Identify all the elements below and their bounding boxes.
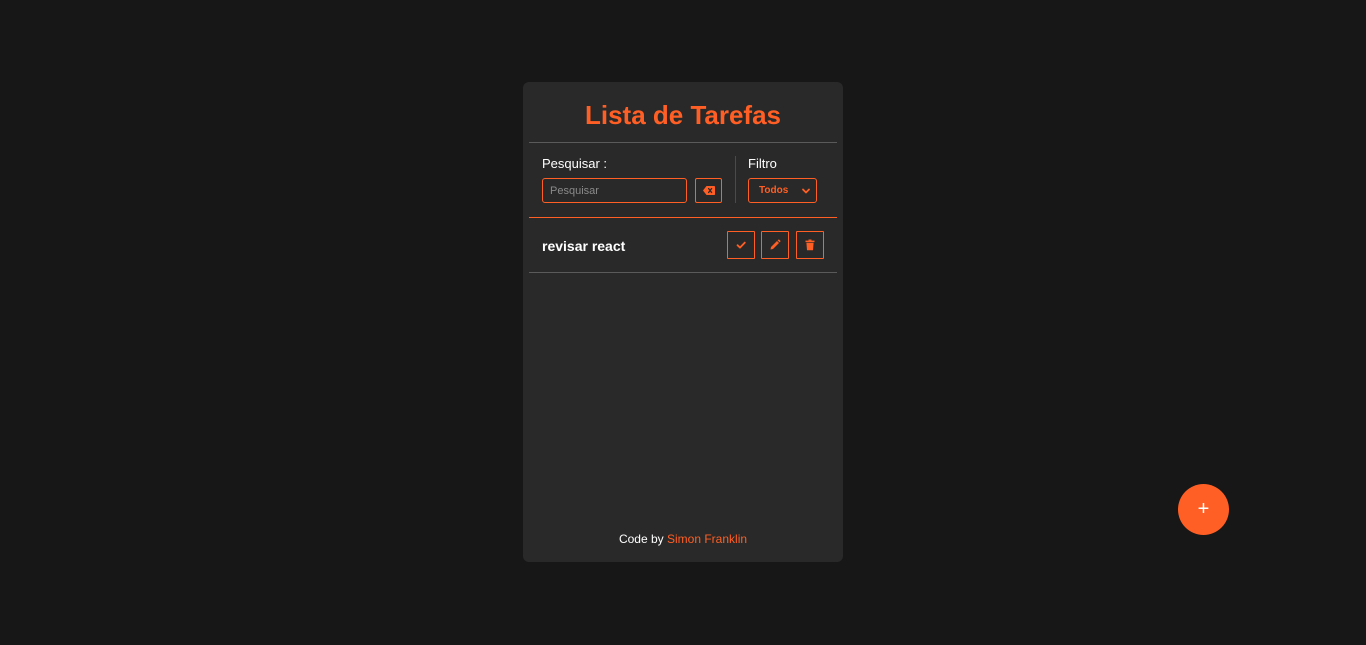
filter-select[interactable]: Todos <box>748 178 817 203</box>
author-link[interactable]: Simon Franklin <box>667 532 747 546</box>
vertical-divider <box>735 156 736 203</box>
header-divider <box>529 142 837 143</box>
filter-label: Filtro <box>748 156 777 171</box>
footer-credit: Code by Simon Franklin <box>523 532 843 546</box>
app-title: Lista de Tarefas <box>584 100 782 130</box>
footer-prefix: Code by <box>618 532 664 546</box>
add-task-button[interactable]: + <box>1178 484 1229 535</box>
delete-button[interactable] <box>796 231 824 259</box>
filter-selected-value: Todos <box>759 185 789 196</box>
todo-item-text: revisar react <box>542 238 626 254</box>
plus-icon: + <box>1197 498 1210 520</box>
clear-search-button[interactable] <box>695 178 722 203</box>
check-icon <box>736 241 746 249</box>
pencil-icon <box>770 239 781 250</box>
todo-card: Lista de Tarefas Pesquisar : Filtro Todo… <box>523 82 843 562</box>
backspace-icon <box>702 186 715 195</box>
todo-item: revisar react <box>529 218 837 272</box>
todo-item-divider <box>529 272 837 273</box>
search-input[interactable] <box>542 178 687 203</box>
complete-button[interactable] <box>727 231 755 259</box>
trash-icon <box>805 239 815 251</box>
search-label: Pesquisar : <box>542 156 608 171</box>
chevron-down-icon <box>802 188 810 194</box>
edit-button[interactable] <box>761 231 789 259</box>
